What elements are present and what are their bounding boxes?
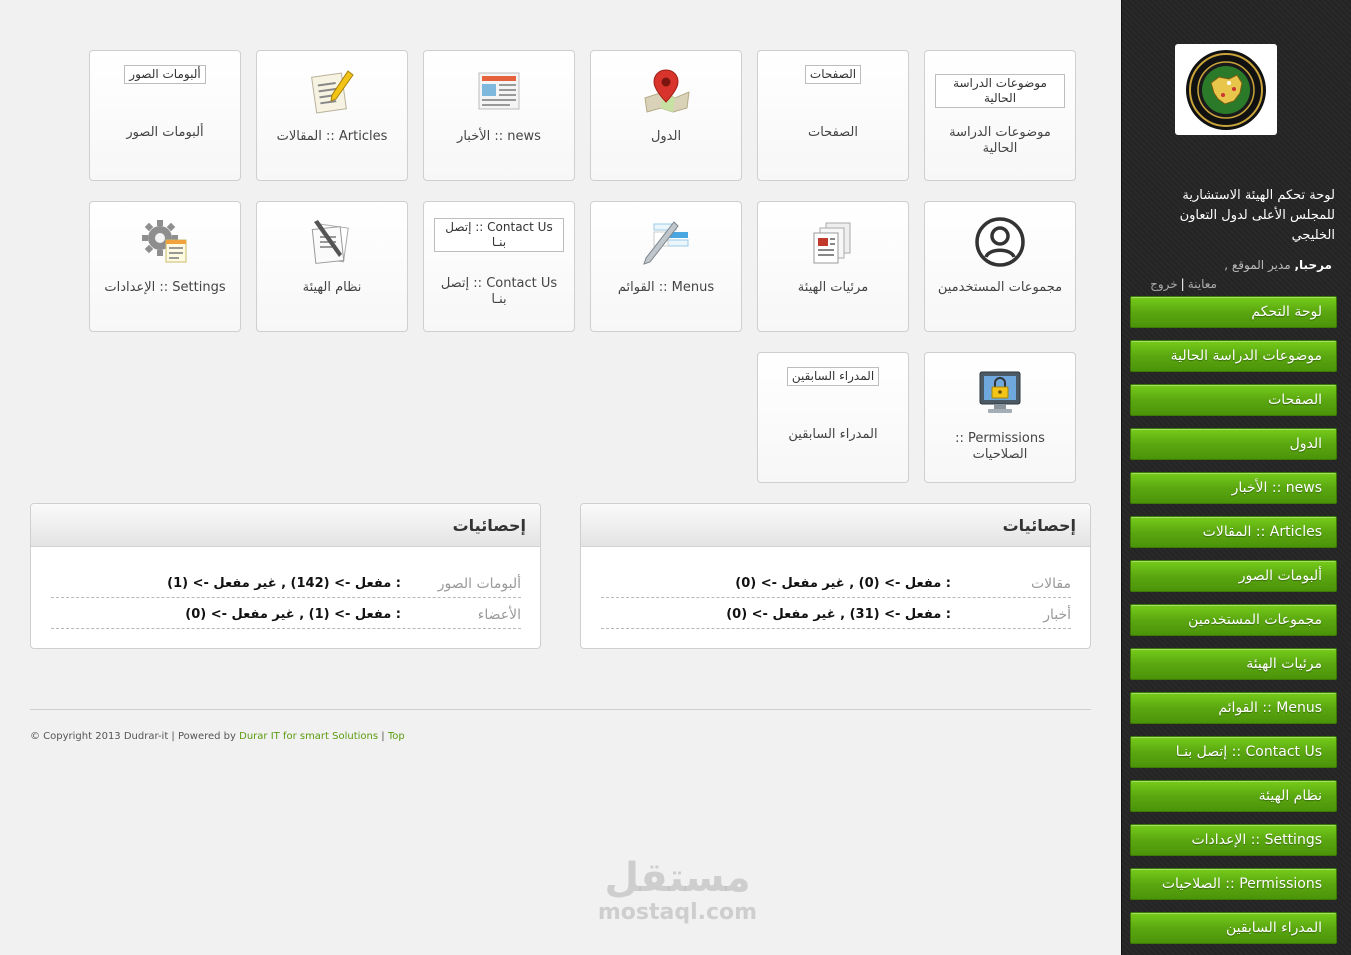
stats-value: : مفعل -> (0) , غير مفعل -> (0) <box>735 576 951 591</box>
tile-visuals[interactable]: مرئيات الهيئة <box>757 201 909 332</box>
stats-value: : مفعل -> (1) , غير مفعل -> (0) <box>185 607 401 622</box>
stats-key: أخبار <box>1043 607 1071 623</box>
tile-user-groups-label: مجموعات المستخدمين <box>937 280 1063 295</box>
tile-settings[interactable]: Settings :: الإعدادات <box>89 201 241 332</box>
gear-list-icon <box>142 220 187 263</box>
tile-albums-broken-image: ألبومات الصور <box>124 65 206 84</box>
tile-contact[interactable]: Contact Us :: إتصل بنـا Contact Us :: إت… <box>423 201 575 332</box>
nav-item-settings[interactable]: Settings :: الإعدادات <box>1130 824 1337 856</box>
nav-item-pages[interactable]: الصفحات <box>1130 384 1337 416</box>
nav-item-dashboard[interactable]: لوحة التحكم <box>1130 296 1337 328</box>
tile-countries[interactable]: الدول <box>590 50 742 181</box>
stats-key: ألبومات الصور <box>437 576 521 592</box>
nav-item-contact[interactable]: Contact Us :: إتصل بنـا <box>1130 736 1337 768</box>
map-pin-icon <box>644 69 690 113</box>
tile-system[interactable]: نظام الهيئة <box>256 201 408 332</box>
tile-contact-label: Contact Us :: إتصل بنـا <box>440 276 558 307</box>
tile-news-label: news :: الأخبار <box>457 129 541 144</box>
footer: © Copyright 2013 Dudrar-it | Powered by … <box>30 731 405 742</box>
tile-news[interactable]: news :: الأخبار <box>423 50 575 181</box>
user-links: معاينة|خروج <box>1150 277 1217 291</box>
stats-row: مقالات : مفعل -> (0) , غير مفعل -> (0) <box>601 567 1071 598</box>
gcc-emblem-icon <box>1186 49 1266 130</box>
stats-row: الأعضاء : مفعل -> (1) , غير مفعل -> (0) <box>51 598 521 629</box>
newspaper-icon <box>478 72 520 110</box>
stats-value: : مفعل -> (142) , غير مفعل -> (1) <box>167 576 401 591</box>
document-pen-icon <box>311 220 349 264</box>
tile-former-managers-broken-image: المدراء السابقين <box>786 367 880 386</box>
watermark-arabic: مستقل <box>604 855 751 901</box>
stats-row: أخبار : مفعل -> (31) , غير مفعل -> (0) <box>601 598 1071 629</box>
article-pencil-icon <box>311 70 354 114</box>
tile-articles[interactable]: Articles :: المقالات <box>256 50 408 181</box>
tile-former-managers[interactable]: المدراء السابقين المدراء السابقين <box>757 352 909 483</box>
nav-item-permissions[interactable]: Permissions :: الصلاحيات <box>1130 868 1337 900</box>
sidebar: لوحة تحكم الهيئة الاستشارية للمجلس الأعل… <box>1121 0 1351 955</box>
nav-item-albums[interactable]: ألبومات الصور <box>1130 560 1337 592</box>
tile-pages[interactable]: الصفحات الصفحات <box>757 50 909 181</box>
stats-row: ألبومات الصور : مفعل -> (142) , غير مفعل… <box>51 567 521 598</box>
footer-divider <box>30 709 1091 710</box>
tile-studies-label: موضوعات الدراسة الحالية <box>949 125 1051 156</box>
nav-item-user-groups[interactable]: مجموعات المستخدمين <box>1130 604 1337 636</box>
nav-item-countries[interactable]: الدول <box>1130 428 1337 460</box>
welcome-role: مدير الموقع , <box>1224 258 1291 272</box>
monitor-lock-icon <box>979 371 1021 413</box>
tile-former-managers-label: المدراء السابقين <box>788 427 878 442</box>
tile-pages-label: الصفحات <box>807 125 858 140</box>
back-to-top-link[interactable]: Top <box>388 731 405 742</box>
stats-panel-right: إحصائيات مقالات : مفعل -> (0) , غير مفعل… <box>580 503 1091 649</box>
tile-visuals-label: مرئيات الهيئة <box>797 280 869 295</box>
tile-pages-broken-image: الصفحات <box>804 65 862 84</box>
stats-value: : مفعل -> (31) , غير مفعل -> (0) <box>726 607 951 622</box>
tile-menus-label: Menus :: القوائم <box>617 280 715 295</box>
tile-articles-label: Articles :: المقالات <box>276 129 388 144</box>
tile-user-groups[interactable]: مجموعات المستخدمين <box>924 201 1076 332</box>
welcome-text: مرحبا, مدير الموقع , <box>1132 258 1332 272</box>
user-circle-icon <box>975 217 1025 267</box>
tile-albums[interactable]: ألبومات الصور ألبومات الصور <box>89 50 241 181</box>
tile-albums-label: ألبومات الصور <box>126 125 204 140</box>
tile-contact-broken-image: Contact Us :: إتصل بنـا <box>434 218 564 252</box>
side-nav: لوحة التحكم موضوعات الدراسة الحالية الصف… <box>1130 296 1337 955</box>
site-title: لوحة تحكم الهيئة الاستشارية للمجلس الأعل… <box>1179 188 1335 243</box>
nav-item-studies[interactable]: موضوعات الدراسة الحالية <box>1130 340 1337 372</box>
site-logo[interactable] <box>1175 44 1277 135</box>
nav-item-former-managers[interactable]: المدراء السابقين <box>1130 912 1337 944</box>
logout-link[interactable]: خروج <box>1150 277 1178 291</box>
tile-studies[interactable]: موضوعات الدراسة الحالية موضوعات الدراسة … <box>924 50 1076 181</box>
stats-panel-left: إحصائيات ألبومات الصور : مفعل -> (142) ,… <box>30 503 541 649</box>
nav-item-articles[interactable]: Articles :: المقالات <box>1130 516 1337 548</box>
tile-permissions[interactable]: Permissions :: الصلاحيات <box>924 352 1076 483</box>
stats-key: مقالات <box>1030 576 1071 592</box>
stats-panel-left-title: إحصائيات <box>31 504 540 547</box>
preview-link[interactable]: معاينة <box>1188 277 1217 291</box>
menu-edit-icon <box>643 221 689 265</box>
nav-item-menus[interactable]: Menus :: القوائم <box>1130 692 1337 724</box>
tile-menus[interactable]: Menus :: القوائم <box>590 201 742 332</box>
footer-separator: | <box>378 731 388 742</box>
welcome-hello: مرحبا, <box>1294 258 1332 272</box>
nav-item-system[interactable]: نظام الهيئة <box>1130 780 1337 812</box>
stats-panel-right-title: إحصائيات <box>581 504 1090 547</box>
user-links-separator: | <box>1180 277 1185 291</box>
mostaql-watermark: مستقل mostaql.com <box>590 855 765 925</box>
stats-key: الأعضاء <box>477 607 521 623</box>
footer-copyright: © Copyright 2013 Dudrar-it | Powered by <box>30 731 240 742</box>
tile-studies-broken-image: موضوعات الدراسة الحالية <box>935 74 1065 108</box>
tile-settings-label: Settings :: الإعدادات <box>104 280 226 295</box>
watermark-latin: mostaql.com <box>597 900 758 925</box>
nav-item-news[interactable]: news :: الأخبار <box>1130 472 1337 504</box>
powered-by-link[interactable]: Durar IT for smart Solutions <box>239 731 378 742</box>
tile-countries-label: الدول <box>650 129 682 144</box>
nav-item-visuals[interactable]: مرئيات الهيئة <box>1130 648 1337 680</box>
tile-permissions-label: Permissions :: الصلاحيات <box>955 431 1045 462</box>
tile-system-label: نظام الهيئة <box>302 280 362 295</box>
documents-icon <box>813 222 851 264</box>
